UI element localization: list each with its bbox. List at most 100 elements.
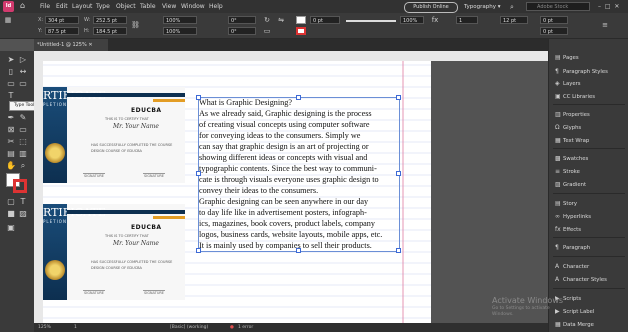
certificate-image-2[interactable]: RTIFICATE PLETION EDUCBA THIS IS TO CERT… xyxy=(43,204,185,300)
columns-field[interactable]: 1 xyxy=(456,16,478,24)
publish-online-button[interactable]: Publish Online xyxy=(404,2,458,13)
pencil-tool-icon[interactable]: ✎ xyxy=(18,113,28,123)
panel-story[interactable]: ▤ Story xyxy=(555,199,627,209)
free-transform-tool-icon[interactable]: ⬚ xyxy=(18,137,28,147)
opacity-field[interactable]: 100% xyxy=(400,16,424,24)
maximize-icon[interactable]: □ xyxy=(605,3,611,10)
pen-tool-icon[interactable]: ✒ xyxy=(6,113,16,123)
menu-table[interactable]: Table xyxy=(140,2,156,12)
panel-stroke[interactable]: ≡ Stroke xyxy=(555,167,627,177)
close-tab-icon[interactable]: ✕ xyxy=(88,42,92,48)
rectangle-tool-icon[interactable]: ▭ xyxy=(18,125,28,135)
document-tab[interactable]: *Untitled-1 @ 125% ✕ xyxy=(34,39,108,51)
select-container-icon[interactable]: ▭ xyxy=(262,27,272,35)
formatting-text-icon[interactable]: T xyxy=(18,197,28,207)
content-collector-icon[interactable]: ▭ xyxy=(6,79,16,89)
home-icon[interactable]: ⌂ xyxy=(20,1,30,11)
stroke-color-swatch[interactable] xyxy=(13,179,27,193)
inset-bottom-field[interactable]: 0 pt xyxy=(540,27,568,35)
panel-character-styles[interactable]: A Character Styles xyxy=(555,275,627,285)
scale-y-field[interactable]: 100% xyxy=(163,27,197,35)
apply-gradient-icon[interactable]: ▨ xyxy=(18,209,28,219)
panel-gradient[interactable]: ▨ Gradient xyxy=(555,180,627,190)
menu-file[interactable]: File xyxy=(40,2,50,12)
panel-hyperlinks[interactable]: ∞ Hyperlinks xyxy=(555,212,627,222)
menu-view[interactable]: View xyxy=(162,2,176,12)
scale-x-field[interactable]: 100% xyxy=(163,16,197,24)
stroke-weight-field[interactable]: 0 pt xyxy=(310,16,340,24)
menu-edit[interactable]: Edit xyxy=(56,2,68,12)
type-tool-icon[interactable]: T xyxy=(6,91,16,101)
resize-handle-tr[interactable] xyxy=(396,95,401,100)
scissors-tool-icon[interactable]: ✂ xyxy=(6,137,16,147)
flip-horizontal-icon[interactable]: ⇋ xyxy=(276,16,286,24)
search-help-icon[interactable]: ⌕ xyxy=(510,2,520,12)
resize-handle-bc[interactable] xyxy=(296,248,301,253)
resize-handle-mr[interactable] xyxy=(396,171,401,176)
panel-swatches[interactable]: ▩ Swatches xyxy=(555,154,627,164)
page-number[interactable]: 1 xyxy=(74,323,77,332)
apply-color-icon[interactable]: ■ xyxy=(6,209,16,219)
document-page[interactable]: RTIFICATE PLETION EDUCBA THIS IS TO CERT… xyxy=(43,61,431,323)
h-field[interactable]: 184.5 pt xyxy=(93,27,127,35)
content-placer-icon[interactable]: ▭ xyxy=(18,79,28,89)
menu-type[interactable]: Type xyxy=(96,2,110,12)
preflight-errors[interactable]: 1 error xyxy=(238,323,253,332)
stroke-swatch[interactable] xyxy=(296,27,306,35)
document-canvas[interactable]: RTIFICATE PLETION EDUCBA THIS IS TO CERT… xyxy=(43,61,548,323)
minimize-icon[interactable]: – xyxy=(598,3,601,10)
shear-field[interactable]: 0° xyxy=(228,27,256,35)
gutter-field[interactable]: 12 pt xyxy=(500,16,528,24)
page-tool-icon[interactable]: ▯ xyxy=(6,67,16,77)
selection-tool-icon[interactable]: ➤ xyxy=(6,55,16,65)
panel-paragraph[interactable]: ¶ Paragraph xyxy=(555,243,627,253)
resize-handle-tl[interactable] xyxy=(196,95,201,100)
direct-selection-tool-icon[interactable]: ▷ xyxy=(18,55,28,65)
text-frame[interactable]: What is Graphic Designing? As we already… xyxy=(198,97,400,252)
resize-handle-br[interactable] xyxy=(396,248,401,253)
panel-character[interactable]: A Character xyxy=(555,262,627,272)
zoom-level[interactable]: 125% xyxy=(38,323,51,332)
panel-menu-icon[interactable]: ≡ xyxy=(600,21,610,29)
panel-effects[interactable]: fx Effects xyxy=(555,225,627,235)
certificate-image-1[interactable]: RTIFICATE PLETION EDUCBA THIS IS TO CERT… xyxy=(43,87,185,183)
constrain-link-icon[interactable]: ⛓ xyxy=(131,21,140,29)
formatting-container-icon[interactable]: ▢ xyxy=(6,197,16,207)
reference-point-icon[interactable]: ▦ xyxy=(3,16,13,24)
resize-handle-bl[interactable] xyxy=(196,248,201,253)
gradient-feather-tool-icon[interactable]: ▥ xyxy=(18,149,28,159)
panel-layers[interactable]: ◈ Layers xyxy=(555,79,627,89)
menu-layout[interactable]: Layout xyxy=(72,2,92,12)
panel-properties[interactable]: ▥ Properties xyxy=(555,110,627,120)
close-icon[interactable]: ✕ xyxy=(614,3,619,10)
resize-handle-ml[interactable] xyxy=(196,171,201,176)
stroke-type-preview[interactable] xyxy=(346,20,396,22)
hand-tool-icon[interactable]: ✋ xyxy=(6,161,16,171)
screen-mode-icon[interactable]: ▣ xyxy=(6,223,16,233)
panel-cc-libraries[interactable]: ▣ CC Libraries xyxy=(555,92,627,102)
panel-data-merge[interactable]: ▦ Data Merge xyxy=(555,320,627,330)
workspace-switcher[interactable]: Typography ▾ xyxy=(464,2,506,12)
panel-pages[interactable]: ▤ Pages xyxy=(555,53,627,63)
resize-handle-tc[interactable] xyxy=(296,95,301,100)
w-field[interactable]: 252.5 pt xyxy=(93,16,127,24)
menu-help[interactable]: Help xyxy=(209,2,223,12)
menu-object[interactable]: Object xyxy=(116,2,136,12)
panel-glyphs[interactable]: Ω Glyphs xyxy=(555,123,627,133)
inset-top-field[interactable]: 0 pt xyxy=(540,16,568,24)
panel-text-wrap[interactable]: ▦ Text Wrap xyxy=(555,136,627,146)
rectangle-frame-tool-icon[interactable]: ⊠ xyxy=(6,125,16,135)
fx-icon[interactable]: fx xyxy=(430,16,440,24)
adobe-stock-search[interactable]: Adobe Stock xyxy=(526,2,590,11)
rotation-field[interactable]: 0° xyxy=(228,16,256,24)
zoom-tool-icon[interactable]: ⌕ xyxy=(18,161,28,171)
preflight-profile[interactable]: [Basic] (working) xyxy=(170,323,208,332)
gap-tool-icon[interactable]: ↔ xyxy=(18,67,28,77)
gradient-swatch-tool-icon[interactable]: ▤ xyxy=(6,149,16,159)
rotate-90-icon[interactable]: ↻ xyxy=(262,16,272,24)
fill-swatch[interactable] xyxy=(296,16,306,24)
menu-window[interactable]: Window xyxy=(181,2,205,12)
y-field[interactable]: 87.5 pt xyxy=(45,27,79,35)
panel-paragraph-styles[interactable]: ¶ Paragraph Styles xyxy=(555,67,627,77)
x-field[interactable]: 304 pt xyxy=(45,16,79,24)
